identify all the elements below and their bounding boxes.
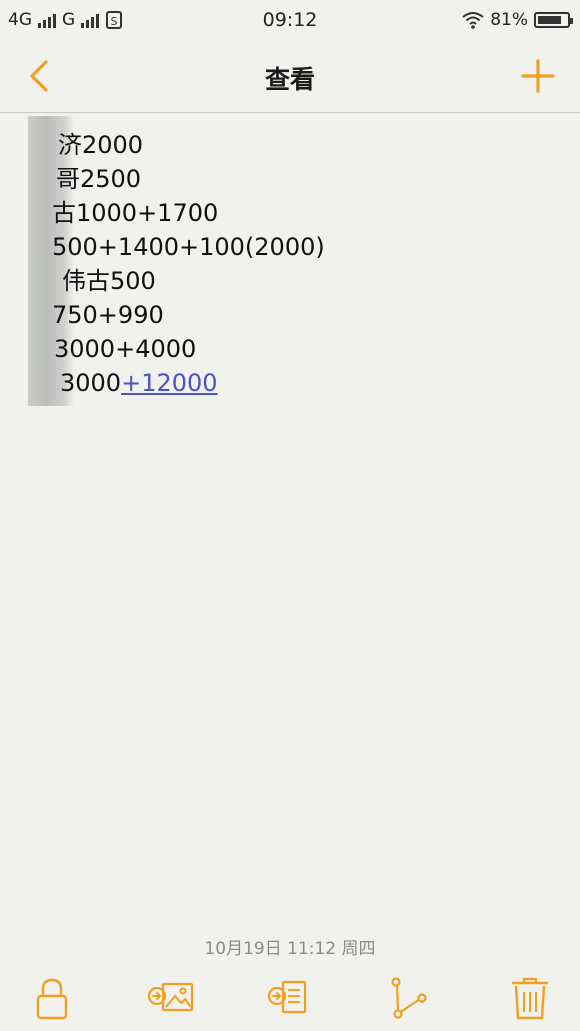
insert-list-icon[interactable]	[266, 974, 314, 1022]
trash-icon[interactable]	[506, 974, 554, 1022]
page-title: 查看	[264, 65, 315, 94]
number-link[interactable]: +12000	[121, 369, 217, 397]
battery-fill	[538, 16, 561, 24]
insert-image-icon[interactable]	[146, 974, 194, 1022]
battery-percent: 81%	[490, 10, 528, 30]
note-timestamp: 10月19日 11:12 周四	[204, 939, 376, 959]
lock-icon[interactable]	[28, 974, 76, 1022]
note-line: 500+1400+100(2000)	[52, 233, 325, 261]
note-line: 3000+4000	[54, 335, 197, 363]
navigation-bar: 查看	[0, 40, 580, 113]
note-line: 3000+12000	[60, 369, 218, 397]
note-line: 伟古500	[62, 267, 156, 295]
note-line: 古1000+1700	[52, 199, 219, 227]
bottom-toolbar	[0, 968, 580, 1031]
note-body[interactable]: 济2000 哥2500 古1000+1700 500+1400+100(2000…	[30, 128, 550, 400]
plus-icon[interactable]	[520, 58, 556, 94]
share-icon[interactable]	[386, 974, 434, 1022]
note-line: 750+990	[52, 301, 164, 329]
note-line: 哥2500	[56, 165, 142, 193]
note-line: 济2000	[58, 131, 144, 159]
wifi-icon	[462, 12, 484, 29]
status-right: 81%	[462, 10, 573, 30]
status-bar: 4G G S 09:12 81%	[0, 0, 580, 40]
battery-icon	[534, 12, 573, 28]
